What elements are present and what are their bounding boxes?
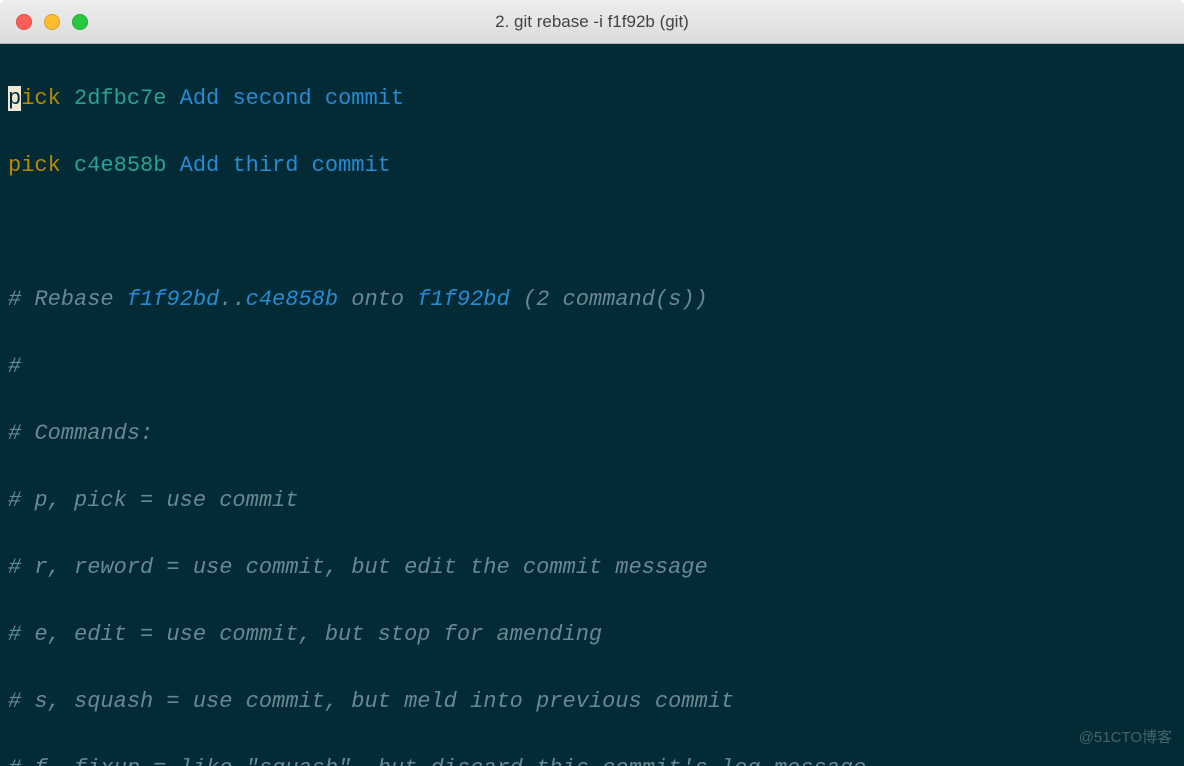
pick-line[interactable]: pick c4e858b Add third commit <box>8 149 1176 183</box>
titlebar[interactable]: 2. git rebase -i f1f92b (git) <box>0 0 1184 44</box>
close-icon[interactable] <box>16 14 32 30</box>
pick-line[interactable]: pick 2dfbc7e Add second commit <box>8 82 1176 116</box>
comment-line: # f, fixup = like "squash", but discard … <box>8 752 1176 766</box>
onto-hash: f1f92bd <box>417 287 509 312</box>
comment-line: # <box>8 350 1176 384</box>
commit-msg: Add second commit <box>180 86 404 111</box>
comment-line: # r, reword = use commit, but edit the c… <box>8 551 1176 585</box>
onto-word: onto <box>351 287 404 312</box>
comment-line: # s, squash = use commit, but meld into … <box>8 685 1176 719</box>
hash-mark: # <box>8 287 21 312</box>
zoom-icon[interactable] <box>72 14 88 30</box>
watermark: @51CTO博客 <box>1079 721 1172 755</box>
commit-hash: 2dfbc7e <box>74 86 166 111</box>
comment-line: # p, pick = use commit <box>8 484 1176 518</box>
blank-line <box>8 216 1176 250</box>
commit-hash: c4e858b <box>74 153 166 178</box>
rebase-tail: (2 command(s)) <box>523 287 708 312</box>
terminal-window: 2. git rebase -i f1f92b (git) pick 2dfbc… <box>0 0 1184 766</box>
range-from: f1f92bd <box>127 287 219 312</box>
rebase-header: # Rebase f1f92bd..c4e858b onto f1f92bd (… <box>8 283 1176 317</box>
range-sep: .. <box>219 287 245 312</box>
terminal-viewport[interactable]: pick 2dfbc7e Add second commit pick c4e8… <box>0 44 1184 766</box>
range-to: c4e858b <box>246 287 338 312</box>
rebase-word: Rebase <box>34 287 113 312</box>
comment-line: # e, edit = use commit, but stop for ame… <box>8 618 1176 652</box>
comment-line: # Commands: <box>8 417 1176 451</box>
pick-cmd: pick <box>8 153 61 178</box>
commit-msg: Add third commit <box>180 153 391 178</box>
minimize-icon[interactable] <box>44 14 60 30</box>
cursor: p <box>8 86 21 111</box>
window-title: 2. git rebase -i f1f92b (git) <box>0 12 1184 32</box>
traffic-lights <box>0 14 88 30</box>
